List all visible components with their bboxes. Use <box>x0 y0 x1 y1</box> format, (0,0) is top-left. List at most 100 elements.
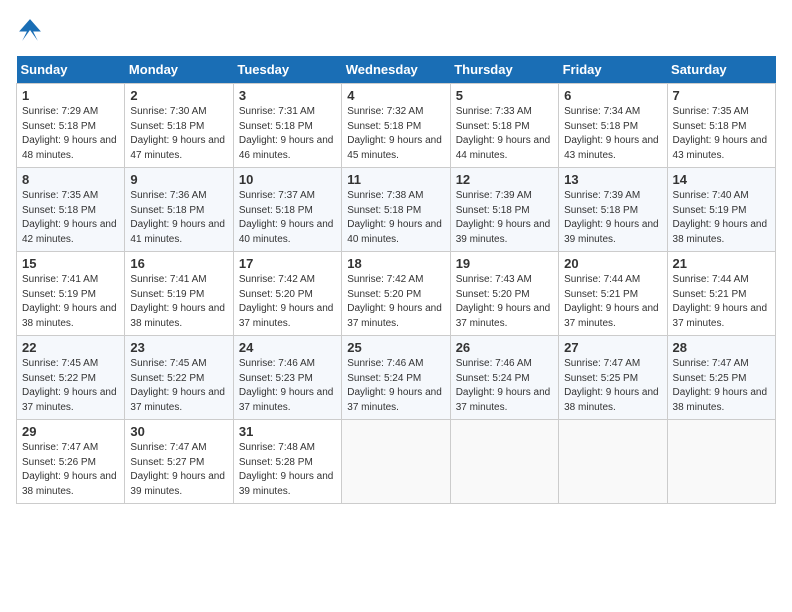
page-header <box>16 16 776 44</box>
calendar-cell: 3Sunrise: 7:31 AMSunset: 5:18 PMDaylight… <box>233 84 341 168</box>
weekday-header-tuesday: Tuesday <box>233 56 341 84</box>
day-number: 17 <box>239 256 336 271</box>
day-number: 26 <box>456 340 553 355</box>
calendar-cell: 8 Sunrise: 7:35 AMSunset: 5:18 PMDaylight… <box>17 168 125 252</box>
day-number: 23 <box>130 340 227 355</box>
calendar-week-row: 15 Sunrise: 7:41 AMSunset: 5:19 PMDayligh… <box>17 252 776 336</box>
day-number: 21 <box>673 256 770 271</box>
calendar-cell: 29 Sunrise: 7:47 AMSunset: 5:26 PMDayligh… <box>17 420 125 504</box>
calendar-body: 1Sunrise: 7:29 AMSunset: 5:18 PMDaylight… <box>17 84 776 504</box>
day-info: Sunrise: 7:42 AMSunset: 5:20 PMDaylight:… <box>239 273 336 331</box>
day-number: 31 <box>239 424 336 439</box>
calendar-cell: 2 Sunrise: 7:30 AMSunset: 5:18 PMDaylight… <box>125 84 233 168</box>
weekday-header-row: SundayMondayTuesdayWednesdayThursdayFrid… <box>17 56 776 84</box>
day-number: 15 <box>22 256 119 271</box>
calendar-cell: 14 Sunrise: 7:40 AMSunset: 5:19 PMDayligh… <box>667 168 775 252</box>
weekday-header-sunday: Sunday <box>17 56 125 84</box>
day-number: 28 <box>673 340 770 355</box>
day-info: Sunrise: 7:42 AMSunset: 5:20 PMDaylight:… <box>347 273 444 331</box>
day-info: Sunrise: 7:46 AMSunset: 5:23 PMDaylight:… <box>239 357 336 415</box>
day-number: 27 <box>564 340 661 355</box>
day-info: Sunrise: 7:33 AMSunset: 5:18 PMDaylight:… <box>456 105 553 163</box>
calendar-cell: 6 Sunrise: 7:34 AMSunset: 5:18 PMDaylight… <box>559 84 667 168</box>
calendar-week-row: 29 Sunrise: 7:47 AMSunset: 5:26 PMDayligh… <box>17 420 776 504</box>
day-number: 18 <box>347 256 444 271</box>
calendar-cell: 16Sunrise: 7:41 AMSunset: 5:19 PMDayligh… <box>125 252 233 336</box>
calendar-cell: 20 Sunrise: 7:44 AMSunset: 5:21 PMDayligh… <box>559 252 667 336</box>
calendar-cell <box>342 420 450 504</box>
day-info: Sunrise: 7:35 AMSunset: 5:18 PMDaylight:… <box>673 105 770 163</box>
day-number: 11 <box>347 172 444 187</box>
day-number: 20 <box>564 256 661 271</box>
calendar-cell <box>450 420 558 504</box>
calendar-cell: 12 Sunrise: 7:39 AMSunset: 5:18 PMDayligh… <box>450 168 558 252</box>
logo-icon <box>16 16 44 44</box>
calendar-cell: 5 Sunrise: 7:33 AMSunset: 5:18 PMDaylight… <box>450 84 558 168</box>
day-info: Sunrise: 7:48 AMSunset: 5:28 PMDaylight:… <box>239 441 336 499</box>
weekday-header-thursday: Thursday <box>450 56 558 84</box>
day-info: Sunrise: 7:47 AMSunset: 5:26 PMDaylight:… <box>22 441 119 499</box>
day-info: Sunrise: 7:39 AMSunset: 5:18 PMDaylight:… <box>456 189 553 247</box>
day-number: 13 <box>564 172 661 187</box>
day-number: 19 <box>456 256 553 271</box>
day-number: 30 <box>130 424 227 439</box>
day-info: Sunrise: 7:47 AMSunset: 5:25 PMDaylight:… <box>564 357 661 415</box>
day-info: Sunrise: 7:36 AMSunset: 5:18 PMDaylight:… <box>130 189 227 247</box>
day-number: 10 <box>239 172 336 187</box>
calendar-cell: 23 Sunrise: 7:45 AMSunset: 5:22 PMDayligh… <box>125 336 233 420</box>
day-info: Sunrise: 7:47 AMSunset: 5:27 PMDaylight:… <box>130 441 227 499</box>
day-info: Sunrise: 7:40 AMSunset: 5:19 PMDaylight:… <box>673 189 770 247</box>
day-number: 6 <box>564 88 661 103</box>
logo <box>16 16 48 44</box>
day-info: Sunrise: 7:37 AMSunset: 5:18 PMDaylight:… <box>239 189 336 247</box>
day-number: 22 <box>22 340 119 355</box>
day-info: Sunrise: 7:45 AMSunset: 5:22 PMDaylight:… <box>22 357 119 415</box>
day-info: Sunrise: 7:35 AMSunset: 5:18 PMDaylight:… <box>22 189 119 247</box>
calendar-cell: 17 Sunrise: 7:42 AMSunset: 5:20 PMDayligh… <box>233 252 341 336</box>
day-number: 4 <box>347 88 444 103</box>
day-info: Sunrise: 7:46 AMSunset: 5:24 PMDaylight:… <box>347 357 444 415</box>
day-info: Sunrise: 7:29 AMSunset: 5:18 PMDaylight:… <box>22 105 119 163</box>
weekday-header-friday: Friday <box>559 56 667 84</box>
calendar-cell: 25Sunrise: 7:46 AMSunset: 5:24 PMDayligh… <box>342 336 450 420</box>
day-info: Sunrise: 7:31 AMSunset: 5:18 PMDaylight:… <box>239 105 336 163</box>
weekday-header-wednesday: Wednesday <box>342 56 450 84</box>
calendar-week-row: 8 Sunrise: 7:35 AMSunset: 5:18 PMDaylight… <box>17 168 776 252</box>
day-info: Sunrise: 7:30 AMSunset: 5:18 PMDaylight:… <box>130 105 227 163</box>
day-info: Sunrise: 7:41 AMSunset: 5:19 PMDaylight:… <box>130 273 227 331</box>
calendar-cell: 7Sunrise: 7:35 AMSunset: 5:18 PMDaylight… <box>667 84 775 168</box>
calendar-cell: 31 Sunrise: 7:48 AMSunset: 5:28 PMDayligh… <box>233 420 341 504</box>
day-number: 2 <box>130 88 227 103</box>
day-info: Sunrise: 7:44 AMSunset: 5:21 PMDaylight:… <box>564 273 661 331</box>
day-info: Sunrise: 7:47 AMSunset: 5:25 PMDaylight:… <box>673 357 770 415</box>
calendar-cell: 26 Sunrise: 7:46 AMSunset: 5:24 PMDayligh… <box>450 336 558 420</box>
calendar-cell: 19 Sunrise: 7:43 AMSunset: 5:20 PMDayligh… <box>450 252 558 336</box>
calendar-cell <box>667 420 775 504</box>
day-number: 24 <box>239 340 336 355</box>
day-info: Sunrise: 7:46 AMSunset: 5:24 PMDaylight:… <box>456 357 553 415</box>
calendar-cell: 9 Sunrise: 7:36 AMSunset: 5:18 PMDaylight… <box>125 168 233 252</box>
day-info: Sunrise: 7:38 AMSunset: 5:18 PMDaylight:… <box>347 189 444 247</box>
day-info: Sunrise: 7:45 AMSunset: 5:22 PMDaylight:… <box>130 357 227 415</box>
calendar-table: SundayMondayTuesdayWednesdayThursdayFrid… <box>16 56 776 504</box>
calendar-cell: 10 Sunrise: 7:37 AMSunset: 5:18 PMDayligh… <box>233 168 341 252</box>
calendar-cell: 22 Sunrise: 7:45 AMSunset: 5:22 PMDayligh… <box>17 336 125 420</box>
day-number: 5 <box>456 88 553 103</box>
day-number: 9 <box>130 172 227 187</box>
calendar-cell: 18 Sunrise: 7:42 AMSunset: 5:20 PMDayligh… <box>342 252 450 336</box>
day-info: Sunrise: 7:41 AMSunset: 5:19 PMDaylight:… <box>22 273 119 331</box>
day-info: Sunrise: 7:43 AMSunset: 5:20 PMDaylight:… <box>456 273 553 331</box>
day-info: Sunrise: 7:34 AMSunset: 5:18 PMDaylight:… <box>564 105 661 163</box>
day-number: 12 <box>456 172 553 187</box>
weekday-header-saturday: Saturday <box>667 56 775 84</box>
calendar-cell: 27 Sunrise: 7:47 AMSunset: 5:25 PMDayligh… <box>559 336 667 420</box>
day-number: 14 <box>673 172 770 187</box>
calendar-cell: 28 Sunrise: 7:47 AMSunset: 5:25 PMDayligh… <box>667 336 775 420</box>
weekday-header-monday: Monday <box>125 56 233 84</box>
day-number: 8 <box>22 172 119 187</box>
day-info: Sunrise: 7:44 AMSunset: 5:21 PMDaylight:… <box>673 273 770 331</box>
calendar-week-row: 22 Sunrise: 7:45 AMSunset: 5:22 PMDayligh… <box>17 336 776 420</box>
calendar-week-row: 1Sunrise: 7:29 AMSunset: 5:18 PMDaylight… <box>17 84 776 168</box>
calendar-cell: 1Sunrise: 7:29 AMSunset: 5:18 PMDaylight… <box>17 84 125 168</box>
day-number: 29 <box>22 424 119 439</box>
